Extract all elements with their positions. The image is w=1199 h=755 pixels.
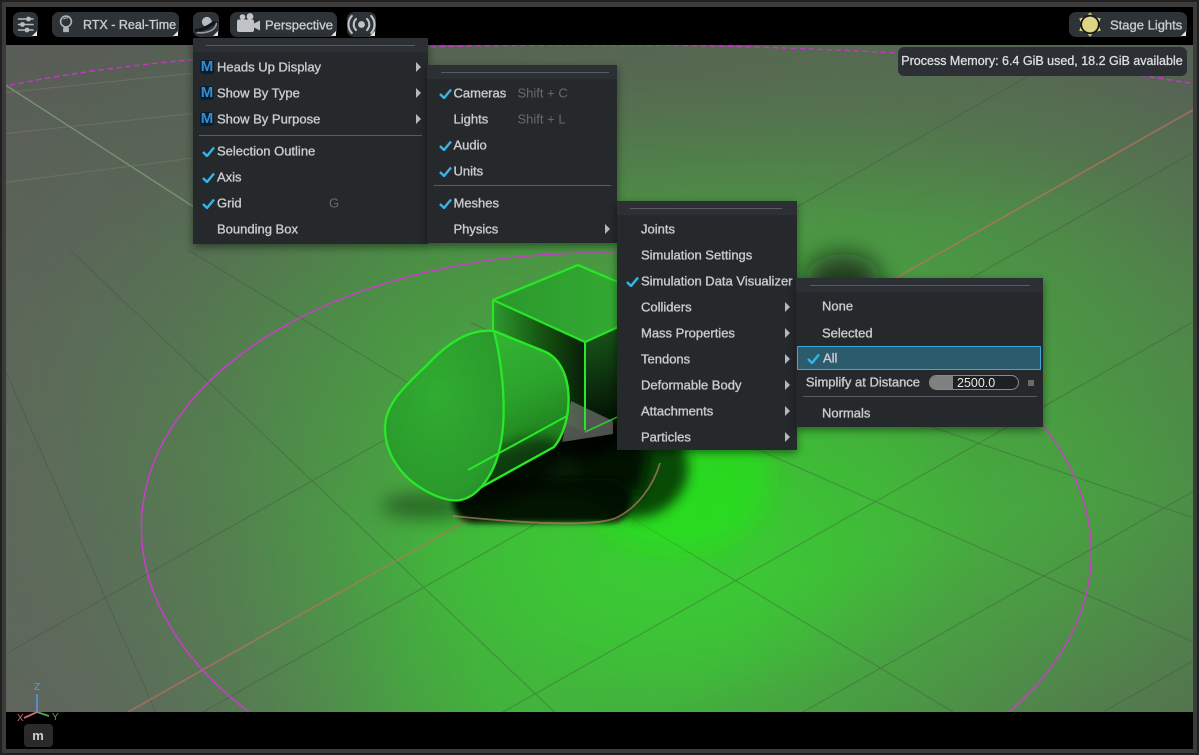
svg-text:Z: Z [34,682,40,693]
svg-text:X: X [17,713,24,724]
svg-text:Y: Y [52,712,59,723]
